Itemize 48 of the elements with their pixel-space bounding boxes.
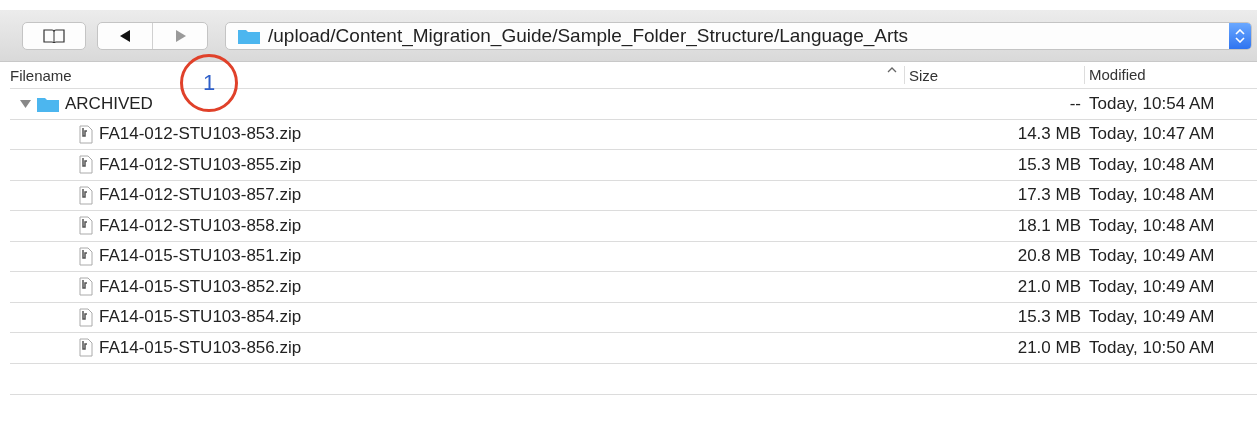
- modified-date: Today, 10:48 AM: [1089, 215, 1216, 236]
- file-name[interactable]: FA14-015-STU103-851.zip: [99, 246, 302, 267]
- folder-name[interactable]: ARCHIVED: [65, 93, 153, 114]
- modified-date: Today, 10:48 AM: [1089, 185, 1216, 206]
- file-icon: [79, 246, 93, 266]
- file-name[interactable]: FA14-012-STU103-853.zip: [99, 124, 302, 145]
- file-icon: [79, 185, 93, 205]
- modified-date: Today, 10:49 AM: [1089, 276, 1216, 297]
- file-name[interactable]: FA14-012-STU103-857.zip: [99, 185, 302, 206]
- file-name[interactable]: FA14-015-STU103-852.zip: [99, 276, 302, 297]
- file-name[interactable]: FA14-015-STU103-854.zip: [99, 307, 302, 328]
- bookmarks-button[interactable]: [22, 21, 86, 50]
- file-icon: [79, 338, 93, 358]
- annotation-circle: 1: [180, 54, 238, 112]
- folder-icon: [37, 95, 59, 112]
- file-size: 15.3 MB: [1016, 307, 1082, 328]
- file-size: --: [1068, 93, 1082, 114]
- file-name[interactable]: FA14-012-STU103-858.zip: [99, 215, 302, 236]
- folder-icon: [238, 27, 260, 44]
- file-icon: [79, 277, 93, 297]
- column-header[interactable]: Modified: [1084, 66, 1257, 84]
- file-icon: [79, 307, 93, 327]
- file-icon: [79, 216, 93, 236]
- file-size: 20.8 MB: [1016, 246, 1082, 267]
- disclosure-triangle-icon[interactable]: [20, 98, 31, 109]
- file-name[interactable]: FA14-015-STU103-856.zip: [99, 337, 302, 358]
- forward-arrow-icon: [174, 29, 186, 42]
- modified-date: Today, 10:47 AM: [1089, 124, 1216, 145]
- stepper-icon: [1229, 22, 1251, 49]
- file-size: 17.3 MB: [1016, 185, 1082, 206]
- path-dropdown[interactable]: /upload/Content_Migration_Guide/Sample_Folder_Structure/Language_Arts: [225, 21, 1252, 50]
- file-size: 15.3 MB: [1016, 154, 1082, 175]
- modified-date: Today, 10:48 AM: [1089, 154, 1216, 175]
- file-icon: [79, 124, 93, 144]
- book-icon: [43, 28, 65, 43]
- file-size: 21.0 MB: [1016, 276, 1082, 297]
- modified-date: Today, 10:49 AM: [1089, 246, 1216, 267]
- column-header[interactable]: Filename: [10, 66, 72, 84]
- modified-date: Today, 10:50 AM: [1089, 337, 1216, 358]
- modified-date: Today, 10:54 AM: [1089, 93, 1216, 114]
- back-arrow-icon: [119, 29, 131, 42]
- file-size: 14.3 MB: [1016, 124, 1082, 145]
- modified-date: Today, 10:49 AM: [1089, 307, 1216, 328]
- file-icon: [79, 155, 93, 175]
- file-size: 21.0 MB: [1016, 337, 1082, 358]
- file-name[interactable]: FA14-012-STU103-855.zip: [99, 154, 302, 175]
- column-header[interactable]: Size: [909, 66, 939, 84]
- file-size: 18.1 MB: [1016, 215, 1082, 236]
